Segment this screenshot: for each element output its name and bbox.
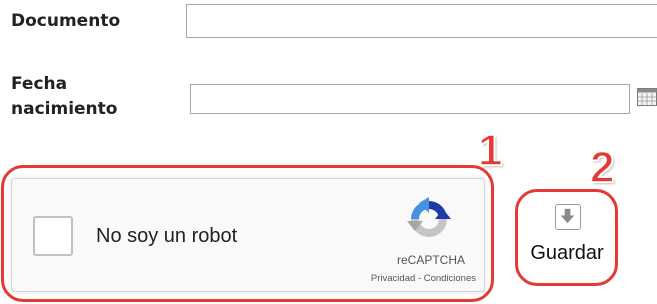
annotation-marker-1: 1 [477,126,503,175]
documento-label: Documento [11,11,121,31]
save-download-icon [555,204,581,230]
recaptcha-checkbox[interactable] [33,216,73,256]
recaptcha-widget: No soy un robot reCAPTCHA Privacidad - C… [11,178,485,292]
fecha-nacimiento-input[interactable] [190,84,630,114]
guardar-label: Guardar [530,242,604,264]
recaptcha-brand: reCAPTCHA [396,253,465,267]
fecha-label-line2: nacimiento [11,99,118,119]
calendar-icon[interactable] [637,88,657,106]
recaptcha-privacy-terms-links[interactable]: Privacidad - Condiciones [334,273,476,284]
fecha-label-line1: Fecha [11,74,68,94]
annotation-marker-2: 2 [589,143,615,192]
recaptcha-checkbox-label: No soy un robot [96,225,238,247]
documento-input[interactable] [186,4,657,38]
guardar-button[interactable]: Guardar [522,198,612,280]
recaptcha-logo-icon [407,197,451,237]
fecha-nacimiento-label: Fecha nacimiento [11,72,171,122]
form-page: Documento Fecha nacimiento 1 No soy un r… [0,0,657,304]
